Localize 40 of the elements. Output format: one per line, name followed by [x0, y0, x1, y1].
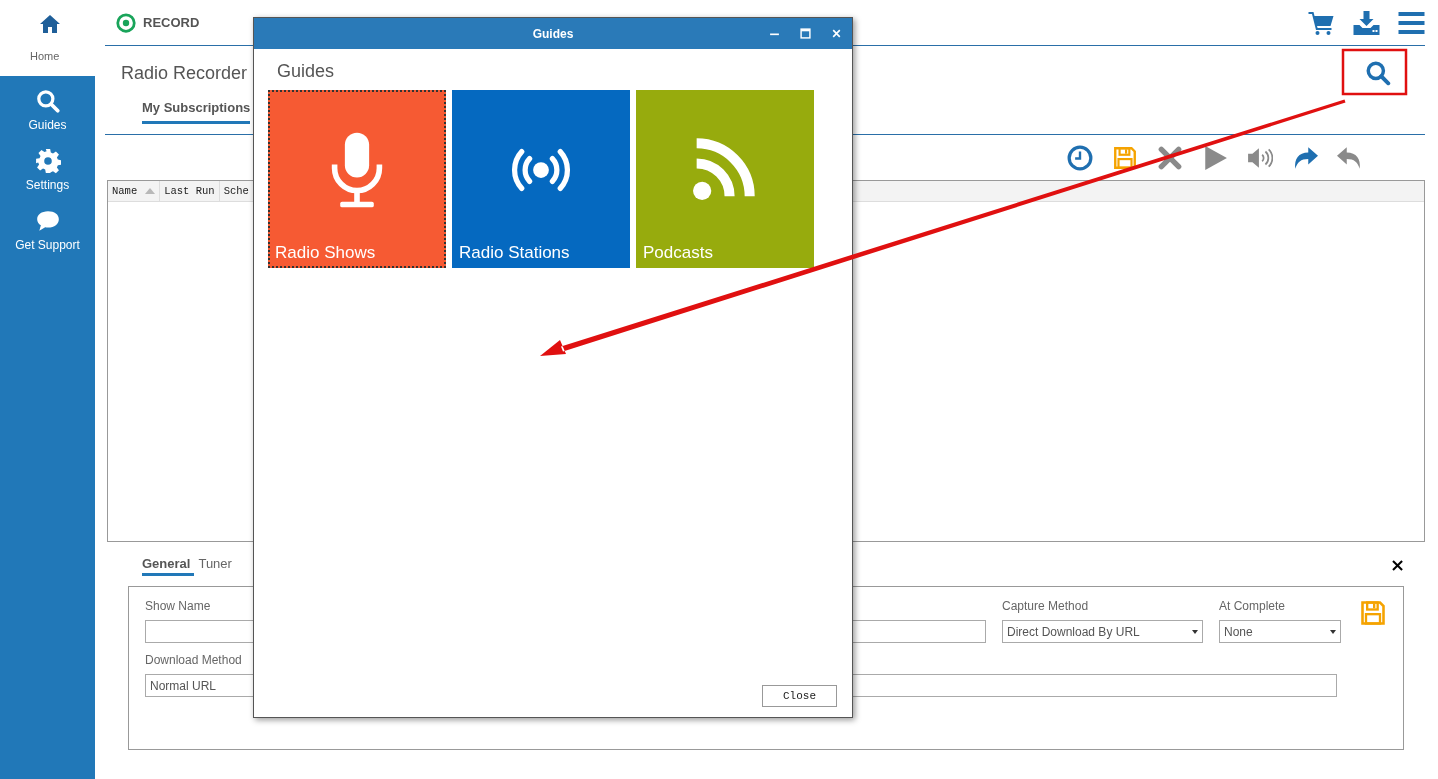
dropdown[interactable]: Direct Download By URL [1002, 620, 1203, 643]
download-icon[interactable] [1353, 10, 1380, 35]
highlight-frame [1341, 48, 1408, 96]
home-link[interactable]: Home [30, 50, 60, 62]
redo-arrow-icon[interactable] [1292, 144, 1318, 171]
tab[interactable]: General [142, 556, 195, 576]
dropdown[interactable]: None [1219, 620, 1341, 643]
rss-feed-icon [693, 136, 757, 200]
sidebar-item[interactable]: Guides [0, 88, 95, 132]
tab[interactable]: Tuner [198, 556, 232, 576]
dialog-heading: Guides [277, 61, 336, 82]
menu-icon[interactable] [1398, 10, 1425, 35]
field-label: Download Method [145, 653, 243, 667]
field-label: Capture Method [1002, 599, 1090, 613]
logo-icon [115, 11, 137, 34]
search-icon[interactable] [1365, 60, 1391, 86]
sidebar-item[interactable]: Settings [0, 148, 95, 192]
field-label: At Complete [1219, 599, 1287, 613]
window-title: Guides [532, 26, 574, 41]
close-button[interactable]: Close [762, 685, 837, 707]
close-icon[interactable] [831, 28, 842, 39]
tab[interactable]: My Subscriptions [142, 100, 251, 124]
speech-bubble-icon [34, 208, 61, 234]
cart-icon[interactable] [1308, 10, 1335, 35]
microphone-icon [329, 130, 385, 210]
caret-icon [1192, 629, 1198, 634]
field-label: Show Name [145, 599, 212, 613]
page-title: Radio Recorder [121, 62, 248, 84]
search-icon [34, 88, 61, 114]
home-icon[interactable] [38, 12, 62, 36]
caret-icon [1330, 629, 1336, 634]
column-header[interactable]: Name [108, 181, 161, 201]
close-button[interactable]: × [1389, 556, 1405, 574]
category-tile[interactable]: Radio Stations [452, 90, 630, 268]
clock-icon[interactable] [1067, 144, 1093, 171]
logo-text: RECORD [143, 15, 200, 30]
column-header[interactable]: Last Run [160, 181, 220, 201]
maximize-icon[interactable] [800, 28, 811, 39]
gear-icon [34, 148, 61, 174]
sidebar-item[interactable]: Get Support [0, 208, 95, 252]
